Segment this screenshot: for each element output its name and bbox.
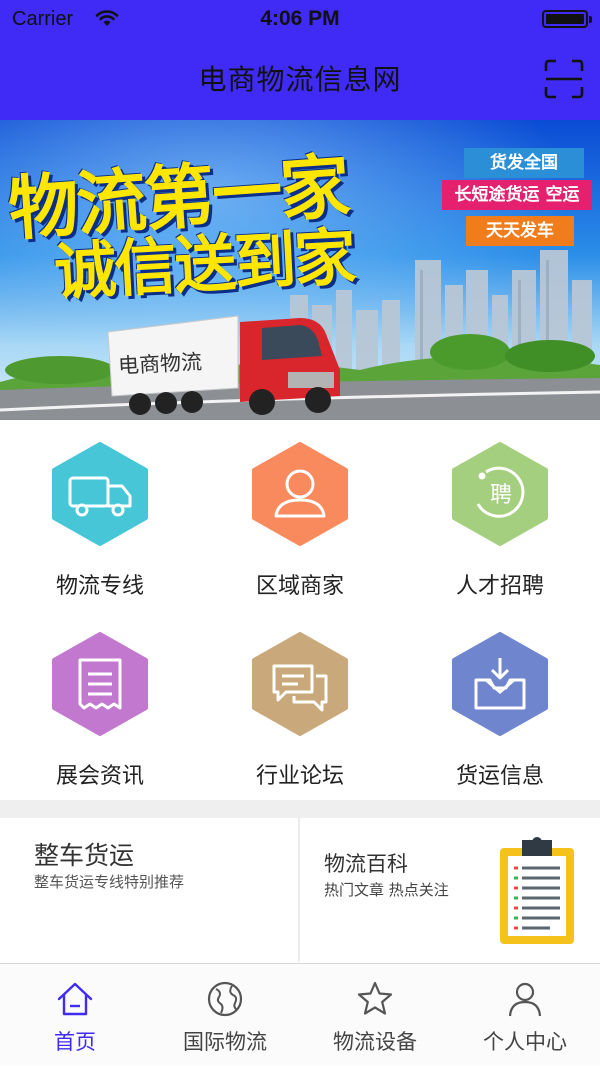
person-icon: [508, 982, 542, 1017]
tab-logistics-equipment[interactable]: 物流设备: [300, 964, 450, 1066]
globe-icon: [207, 981, 243, 1017]
category-grid: 物流专线 区域商家 聘 人才招聘 展会资讯 行业论坛 货运信息: [0, 420, 600, 800]
banner-badge-daily: 天天发车: [466, 216, 574, 246]
tab-label: 个人中心: [483, 1030, 567, 1054]
home-icon: [57, 982, 93, 1016]
grid-label: 人才招聘: [455, 574, 544, 599]
grid-item-logistics-line[interactable]: 物流专线: [0, 420, 200, 610]
promo-subtitle: 热门文章 热点关注: [324, 881, 449, 899]
status-bar: Carrier 4:06 PM: [0, 0, 600, 40]
header: Carrier 4:06 PM 电商物流信息网: [0, 0, 600, 120]
promo-card-logistics-wiki[interactable]: 物流百科 热门文章 热点关注: [302, 818, 600, 962]
grid-label: 区域商家: [255, 574, 344, 599]
tab-label: 国际物流: [183, 1030, 267, 1054]
battery-icon: [542, 10, 592, 28]
banner-badge-nationwide: 货发全国: [464, 148, 584, 178]
grid-label: 行业论坛: [255, 764, 344, 789]
truck-logo-text: 电商物流: [117, 349, 203, 379]
svg-text:聘: 聘: [490, 483, 512, 508]
promo-title: 物流百科: [324, 852, 408, 876]
promo-title: 整车货运: [34, 841, 135, 870]
user-icon: [252, 442, 348, 546]
tab-label: 物流设备: [333, 1030, 417, 1054]
promo-card-full-truckload[interactable]: 整车货运 整车货运专线特别推荐: [0, 818, 300, 962]
tab-international-logistics[interactable]: 国际物流: [150, 964, 300, 1066]
section-divider: [0, 800, 600, 818]
recruit-icon: 聘: [452, 442, 548, 546]
promo-subtitle: 整车货运专线特别推荐: [34, 873, 185, 891]
box-icon: [452, 632, 548, 736]
status-time: 4:06 PM: [260, 7, 340, 30]
grid-label: 物流专线: [55, 574, 144, 599]
scan-icon[interactable]: [544, 59, 584, 99]
chat-icon: [252, 632, 348, 736]
page-title: 电商物流信息网: [198, 63, 402, 96]
clipboard-icon: [500, 837, 574, 944]
grid-item-recruitment[interactable]: 聘 人才招聘: [400, 420, 600, 610]
bottom-tab-bar: 首页 国际物流 物流设备 个人中心: [0, 963, 600, 1065]
promo-banner[interactable]: 物流第一家 诚信送到家 货发全国 长短途货运 空运 天天发车 电商物流: [0, 120, 600, 420]
grid-label: 展会资讯: [55, 764, 144, 789]
truck-icon: [52, 442, 148, 546]
tab-home[interactable]: 首页: [0, 964, 150, 1066]
tab-label: 首页: [54, 1030, 96, 1054]
grid-label: 货运信息: [455, 764, 544, 789]
grid-item-regional-merchants[interactable]: 区域商家: [200, 420, 400, 610]
document-icon: [52, 632, 148, 736]
banner-badge-transport: 长短途货运 空运: [442, 180, 592, 210]
grid-item-industry-forum[interactable]: 行业论坛: [200, 610, 400, 800]
grid-item-exhibition-news[interactable]: 展会资讯: [0, 610, 200, 800]
star-icon: [357, 981, 393, 1015]
banner-headline-2: 诚信送到家: [52, 220, 357, 309]
grid-item-freight-info[interactable]: 货运信息: [400, 610, 600, 800]
tab-personal-center[interactable]: 个人中心: [450, 964, 600, 1066]
